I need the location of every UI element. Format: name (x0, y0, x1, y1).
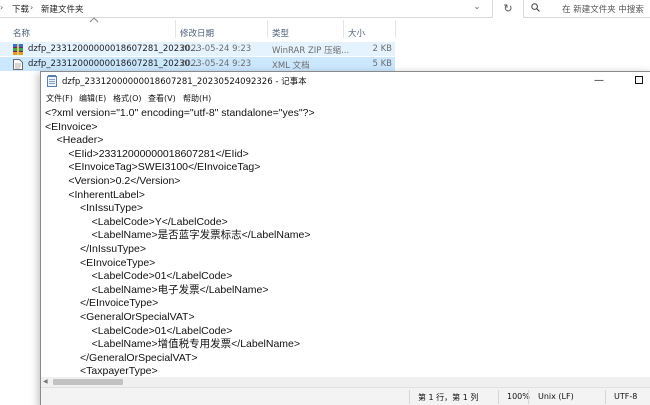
file-date: 2023-05-24 9:23 (180, 44, 252, 54)
status-bar: 第 1 行，第 1 列 100% Unix (LF) UTF-8 (41, 387, 650, 405)
text-line: <GeneralOrSpecialVAT> (45, 311, 195, 323)
menu-view[interactable]: 查看(V) (148, 93, 176, 104)
status-divider (498, 390, 499, 404)
menu-edit[interactable]: 编辑(E) (79, 93, 106, 104)
scrollbar-thumb[interactable] (53, 379, 123, 385)
text-line: <Header> (45, 134, 104, 147)
text-line: <InIssuType> (45, 202, 144, 215)
status-divider (409, 390, 410, 404)
file-size: 5 KB (372, 59, 392, 69)
status-divider (605, 390, 606, 404)
chevron-down-icon[interactable]: ⌄ (471, 2, 483, 14)
text-line: <LabelName>增值税专用发票</LabelName> (45, 338, 301, 351)
text-line: </InIssuType> (45, 243, 146, 255)
column-header-row: 名称 修改日期 类型 大小 (0, 24, 650, 40)
file-size: 2 KB (372, 44, 392, 54)
file-row[interactable]: dzfp_23312000000018607281_20230... 2023-… (0, 57, 395, 71)
column-header-name[interactable]: 名称 (13, 27, 30, 39)
winrar-archive-icon (13, 44, 23, 55)
status-encoding: UTF-8 (614, 392, 638, 401)
status-divider (528, 390, 529, 404)
notepad-window: dzfp_23312000000018607281_20230524092326… (40, 71, 650, 405)
text-line: <EIid>23312000000018607281</EIid> (45, 147, 249, 160)
menu-file[interactable]: 文件(F) (46, 93, 73, 104)
text-line: <TaxpayerType> (45, 365, 158, 378)
breadcrumb-item-new-folder[interactable]: 新建文件夹 (41, 3, 84, 15)
search-placeholder: 在 新建文件夹 中搜索 (562, 5, 644, 15)
file-name: dzfp_23312000000018607281_20230... (28, 59, 199, 69)
horizontal-scrollbar[interactable]: ◀ (41, 377, 650, 387)
minimize-icon[interactable]: — (589, 73, 609, 89)
menu-format[interactable]: 格式(O) (113, 93, 142, 104)
text-line: </EInvoiceType> (45, 297, 159, 310)
title-bar[interactable]: dzfp_23312000000018607281_20230524092326… (41, 72, 650, 90)
sort-ascending-icon (89, 17, 99, 25)
column-header-date[interactable]: 修改日期 (180, 27, 214, 39)
text-line: <LabelCode>01</LabelCode> (45, 324, 233, 337)
text-line: <LabelCode>Y</LabelCode> (45, 215, 228, 228)
text-line: <LabelName>是否蓝字发票标志</LabelName> (45, 229, 311, 242)
refresh-icon[interactable]: ↻ (498, 0, 518, 18)
status-line-ending: Unix (LF) (538, 392, 574, 401)
column-header-type[interactable]: 类型 (272, 27, 289, 39)
file-type: WinRAR ZIP 压缩... (272, 46, 350, 56)
text-line: <EInvoiceTag>SWEI3100</EInvoiceTag> (45, 161, 261, 174)
text-line: <?xml version="1.0" encoding="utf-8" sta… (45, 107, 315, 119)
column-divider[interactable] (343, 20, 344, 38)
breadcrumb-item-downloads[interactable]: 下载 (12, 3, 29, 15)
text-line: <LabelCode>01</LabelCode> (45, 270, 233, 283)
text-line: <LabelName>电子发票</LabelName> (45, 283, 269, 296)
file-name: dzfp_23312000000018607281_20230... (28, 44, 199, 54)
search-input[interactable]: 在 新建文件夹 中搜索 (523, 0, 650, 18)
text-line: <Version>0.2</Version> (45, 175, 181, 187)
column-divider[interactable] (267, 20, 268, 38)
search-icon (531, 3, 540, 15)
status-zoom: 100% (507, 392, 530, 401)
text-editor-area[interactable]: <?xml version="1.0" encoding="utf-8" sta… (41, 105, 650, 378)
window-title: dzfp_23312000000018607281_20230524092326… (62, 77, 307, 87)
column-divider[interactable] (175, 20, 176, 38)
xml-document-icon (13, 59, 23, 70)
file-type: XML 文档 (272, 61, 310, 71)
scroll-left-icon[interactable]: ◀ (43, 378, 48, 385)
status-cursor-position: 第 1 行，第 1 列 (418, 393, 479, 402)
maximize-icon[interactable] (635, 76, 643, 84)
menu-bar: 文件(F) 编辑(E) 格式(O) 查看(V) 帮助(H) (41, 92, 650, 105)
column-header-size[interactable]: 大小 (348, 27, 365, 39)
notepad-icon (47, 75, 57, 87)
text-line: <EInvoice> (45, 120, 98, 133)
text-line: <EInvoiceType> (45, 256, 156, 269)
column-divider[interactable] (395, 20, 396, 38)
file-date: 2023-05-24 9:23 (180, 59, 252, 69)
breadcrumb-chevron-icon: › (0, 3, 4, 12)
menu-help[interactable]: 帮助(H) (183, 93, 211, 104)
address-bar[interactable]: › 下载 › 新建文件夹 ⌄ (0, 0, 493, 18)
file-row[interactable]: dzfp_23312000000018607281_20230... 2023-… (0, 42, 395, 56)
text-line: <InherentLabel> (45, 188, 145, 201)
breadcrumb-chevron-icon: › (30, 3, 34, 12)
text-line: </GeneralOrSpecialVAT> (45, 351, 198, 364)
